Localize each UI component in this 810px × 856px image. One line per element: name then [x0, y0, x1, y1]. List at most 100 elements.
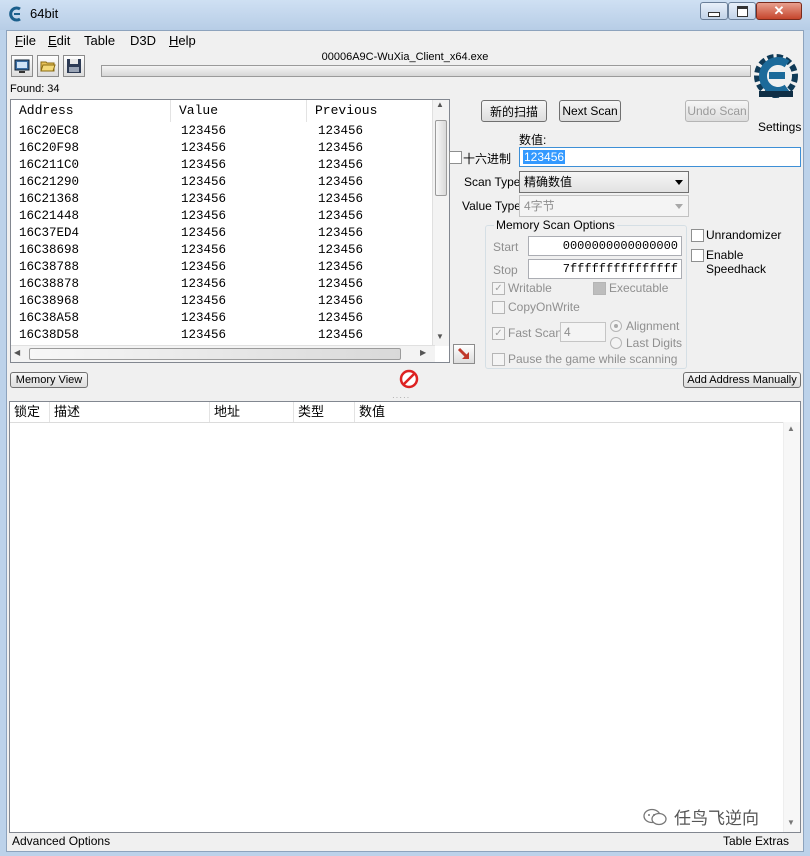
value-label: 数值:: [519, 133, 547, 147]
fast-scan-input[interactable]: 4: [560, 322, 606, 342]
cell-value: 123456: [181, 175, 227, 189]
cell-previous: 123456: [318, 311, 364, 325]
last-digits-radio[interactable]: [610, 337, 622, 349]
cheat-engine-logo-icon[interactable]: [751, 51, 801, 101]
cell-address: 16C38878: [19, 277, 80, 291]
close-button[interactable]: ✕: [756, 2, 802, 20]
table-row[interactable]: 16C20EC8 123456 123456: [11, 124, 435, 141]
undo-scan-button[interactable]: Undo Scan: [685, 100, 749, 122]
scroll-left-icon[interactable]: ◀: [14, 348, 20, 357]
scan-type-select[interactable]: 精确数值: [519, 171, 689, 193]
table-row[interactable]: 16C38878 123456 123456: [11, 277, 435, 294]
minimize-button[interactable]: [700, 2, 728, 20]
table-row[interactable]: 16C38968 123456 123456: [11, 294, 435, 311]
add-address-manually-button[interactable]: Add Address Manually: [683, 372, 801, 388]
cell-value: 123456: [181, 243, 227, 257]
wechat-icon: [643, 808, 667, 825]
menu-edit[interactable]: Edit: [48, 33, 70, 48]
scroll-down-icon[interactable]: ▼: [787, 818, 795, 827]
cell-previous: 123456: [318, 209, 364, 223]
table-row[interactable]: 16C38698 123456 123456: [11, 243, 435, 260]
executable-checkbox[interactable]: [593, 282, 606, 295]
cell-address: 16C20EC8: [19, 124, 80, 138]
scan-results-list[interactable]: Address Value Previous 16C20EC8 123456 123…: [10, 99, 450, 363]
title-bar: 64bit ✕: [0, 0, 810, 30]
scroll-down-icon[interactable]: ▼: [436, 332, 444, 341]
menu-d3d[interactable]: D3D: [130, 33, 156, 48]
cell-previous: 123456: [318, 226, 364, 240]
start-address-input[interactable]: 0000000000000000: [528, 236, 682, 256]
writable-label: Writable: [508, 281, 552, 295]
fast-scan-checkbox[interactable]: [492, 327, 505, 340]
column-header-previous[interactable]: Previous: [307, 100, 435, 122]
status-bar: Advanced Options Table Extras: [7, 831, 803, 851]
memory-view-button[interactable]: Memory View: [10, 372, 88, 388]
alignment-radio[interactable]: [610, 320, 622, 332]
column-header-value[interactable]: 数值: [355, 402, 415, 422]
scroll-up-icon[interactable]: ▲: [787, 424, 795, 433]
add-selected-to-list-button[interactable]: [453, 344, 475, 364]
address-table-scrollbar[interactable]: ▲ ▼: [783, 422, 800, 832]
cell-previous: 123456: [318, 124, 364, 138]
found-count: Found: 34: [10, 83, 60, 95]
table-row[interactable]: 16C38A58 123456 123456: [11, 311, 435, 328]
advanced-options-button[interactable]: Advanced Options: [12, 834, 110, 848]
splitter-handle[interactable]: ·····: [7, 393, 803, 402]
column-header-address[interactable]: Address: [11, 100, 171, 122]
next-scan-button[interactable]: Next Scan: [559, 100, 621, 122]
clear-list-button[interactable]: [399, 369, 419, 389]
hex-checkbox[interactable]: [449, 151, 462, 164]
scroll-right-icon[interactable]: ▶: [420, 348, 426, 357]
table-row[interactable]: 16C37ED4 123456 123456: [11, 226, 435, 243]
maximize-button[interactable]: [728, 2, 756, 20]
cell-value: 123456: [181, 260, 227, 274]
pause-game-checkbox[interactable]: [492, 353, 505, 366]
copy-on-write-checkbox[interactable]: [492, 301, 505, 314]
scroll-up-icon[interactable]: ▲: [436, 100, 444, 109]
table-row[interactable]: 16C38788 123456 123456: [11, 260, 435, 277]
menu-table[interactable]: Table: [84, 33, 115, 48]
table-row[interactable]: 16C21290 123456 123456: [11, 175, 435, 192]
cell-previous: 123456: [318, 243, 364, 257]
address-table[interactable]: 锁定 描述 地址 类型 数值 ▲ ▼ 任鸟飞逆向: [9, 401, 801, 833]
value-type-select[interactable]: 4字节: [519, 195, 689, 217]
menu-help[interactable]: Help: [169, 33, 196, 48]
scroll-thumb[interactable]: [29, 348, 401, 360]
cell-value: 123456: [181, 294, 227, 308]
speedhack-checkbox[interactable]: [691, 249, 704, 262]
table-extras-button[interactable]: Table Extras: [723, 834, 789, 848]
copy-on-write-label: CopyOnWrite: [508, 300, 580, 314]
table-row[interactable]: 16C211C0 123456 123456: [11, 158, 435, 175]
process-name: 00006A9C-WuXia_Client_x64.exe: [321, 51, 489, 63]
scroll-thumb[interactable]: [435, 120, 447, 196]
cell-address: 16C211C0: [19, 158, 80, 172]
stop-address-input[interactable]: 7fffffffffffffff: [528, 259, 682, 279]
table-row[interactable]: 16C38D58 123456 123456: [11, 328, 435, 345]
scan-value-text: 123456: [523, 150, 566, 164]
alignment-label: Alignment: [626, 319, 680, 333]
column-header-type[interactable]: 类型: [294, 402, 355, 422]
menu-file[interactable]: File: [15, 33, 36, 48]
fast-scan-value: 4: [564, 325, 571, 339]
cell-value: 123456: [181, 277, 227, 291]
hex-label: 十六进制: [463, 152, 512, 166]
cell-value: 123456: [181, 209, 227, 223]
results-vertical-scrollbar[interactable]: ▲ ▼: [432, 100, 449, 346]
column-header-address[interactable]: 地址: [210, 402, 294, 422]
column-header-lock[interactable]: 锁定: [10, 402, 50, 422]
column-header-value[interactable]: Value: [171, 100, 307, 122]
table-row[interactable]: 16C20F98 123456 123456: [11, 141, 435, 158]
unrandomizer-checkbox[interactable]: [691, 229, 704, 242]
results-horizontal-scrollbar[interactable]: ◀ ▶: [11, 345, 435, 362]
watermark-text: 任鸟飞逆向: [674, 809, 759, 828]
writable-checkbox[interactable]: [492, 282, 505, 295]
column-header-description[interactable]: 描述: [50, 402, 210, 422]
scan-value-input[interactable]: 123456: [519, 147, 801, 167]
table-row[interactable]: 16C21448 123456 123456: [11, 209, 435, 226]
new-scan-button[interactable]: 新的扫描: [481, 100, 547, 122]
memory-scan-options-group: Memory Scan Options Start 00000000000000…: [485, 218, 687, 369]
settings-link[interactable]: Settings: [758, 120, 801, 134]
chevron-down-icon: [675, 204, 683, 209]
table-row[interactable]: 16C21368 123456 123456: [11, 192, 435, 209]
value-type-label: Value Type: [462, 199, 521, 213]
